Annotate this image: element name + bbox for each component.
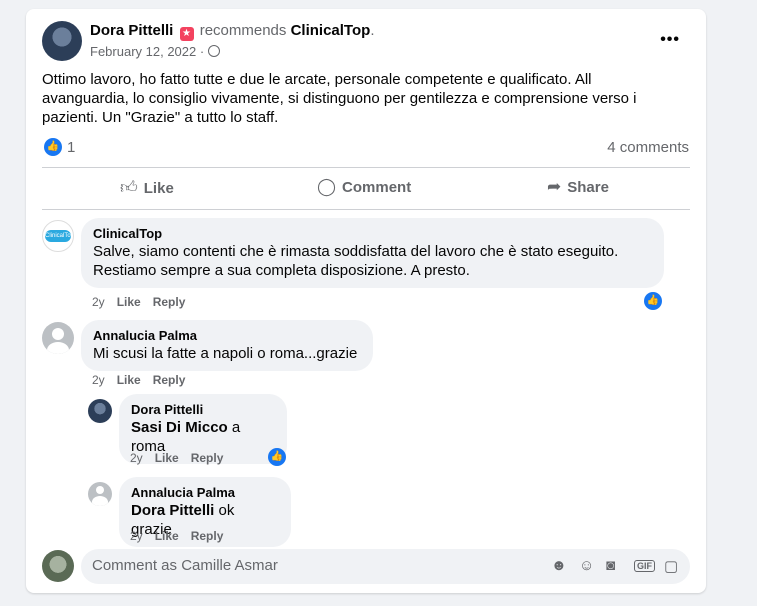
like-reaction-icon[interactable]: 👍 — [268, 448, 286, 466]
commenter-name[interactable]: Annalucia Palma — [93, 328, 361, 344]
commenter-name[interactable]: Dora Pittelli — [131, 402, 275, 418]
comment-like-button[interactable]: Like — [155, 529, 179, 543]
comment-button[interactable]: ◯ Comment — [317, 177, 411, 197]
like-reaction-icon[interactable]: 👍 — [644, 292, 662, 310]
sticker-icon[interactable]: ▢ — [664, 557, 678, 575]
share-icon: ➦ — [547, 177, 562, 196]
comment-bubble: Annalucia Palma Mi scusi la fatte a napo… — [81, 320, 373, 371]
thumbs-up-icon: 👍︎ — [120, 178, 138, 197]
recommend-icon: ★ — [179, 27, 194, 41]
globe-icon — [208, 45, 221, 57]
gif-icon[interactable]: GIF — [634, 560, 655, 572]
comment-reply-button[interactable]: Reply — [153, 373, 186, 387]
more-options-button[interactable]: ••• — [660, 31, 680, 49]
comment-text: Mi scusi la fatte a napoli o roma...graz… — [93, 345, 358, 362]
post-card: Dora Pittelli ★ recommends ClinicalTop. … — [26, 9, 706, 593]
default-avatar-icon[interactable] — [42, 322, 74, 354]
emoji-icon[interactable]: ☺ — [579, 557, 594, 574]
post-text: Ottimo lavoro, ho fatto tutte e due le a… — [42, 71, 637, 126]
comment-reply-button[interactable]: Reply — [191, 529, 224, 543]
comment-age[interactable]: 2y — [130, 529, 143, 543]
comment-placeholder: Comment as Camille Asmar — [92, 557, 278, 574]
like-button[interactable]: 👍︎ Like — [120, 177, 174, 198]
like-count[interactable]: 1 — [67, 139, 75, 156]
comment-meta: 2y Like Reply — [130, 529, 235, 543]
comment-meta: 2y Like Reply — [130, 451, 235, 465]
user-avatar[interactable] — [42, 550, 74, 582]
comment-meta: 2y Like Reply — [92, 295, 197, 309]
author-avatar[interactable] — [88, 399, 112, 423]
camera-icon[interactable]: ◙ — [606, 557, 615, 574]
comment-age[interactable]: 2y — [92, 295, 105, 309]
comment-age[interactable]: 2y — [130, 451, 143, 465]
post-header: Dora Pittelli ★ recommends ClinicalTop. — [90, 22, 375, 41]
share-button[interactable]: ➦ Share — [547, 177, 609, 197]
comment-bubble: ClinicalTop Salve, siamo contenti che è … — [81, 218, 664, 288]
comment-like-button[interactable]: Like — [117, 373, 141, 387]
mention-tag[interactable]: Sasi Di Micco — [131, 419, 228, 436]
comment-age[interactable]: 2y — [92, 373, 105, 387]
comment-reply-button[interactable]: Reply — [153, 295, 186, 309]
comment-meta: 2y Like Reply — [92, 373, 197, 387]
divider — [42, 167, 690, 168]
commenter-name[interactable]: Annalucia Palma — [131, 485, 279, 501]
comment-like-button[interactable]: Like — [155, 451, 179, 465]
avatar-sticker-icon[interactable]: ☻ — [551, 557, 567, 574]
divider — [42, 209, 690, 210]
comment-icon: ◯ — [317, 177, 337, 196]
page-name[interactable]: ClinicalTop — [291, 22, 371, 39]
post-date[interactable]: February 12, 2022 · — [90, 44, 221, 59]
author-name[interactable]: Dora Pittelli — [90, 22, 173, 39]
clinicaltop-avatar[interactable]: ClinicalTop — [42, 220, 74, 252]
comments-count[interactable]: 4 comments — [607, 139, 689, 156]
comment-text: Salve, siamo contenti che è rimasta sodd… — [93, 243, 619, 279]
comment-like-button[interactable]: Like — [117, 295, 141, 309]
recommends-label: recommends — [199, 22, 287, 39]
author-avatar[interactable] — [42, 21, 82, 61]
comment-input[interactable]: Comment as Camille Asmar ☻ ☺ ◙ GIF ▢ — [81, 549, 690, 584]
like-reaction-icon[interactable]: 👍 — [44, 138, 62, 156]
mention-tag[interactable]: Dora Pittelli — [131, 502, 214, 519]
commenter-name[interactable]: ClinicalTop — [93, 226, 652, 242]
default-avatar-icon[interactable] — [88, 482, 112, 506]
comment-reply-button[interactable]: Reply — [191, 451, 224, 465]
